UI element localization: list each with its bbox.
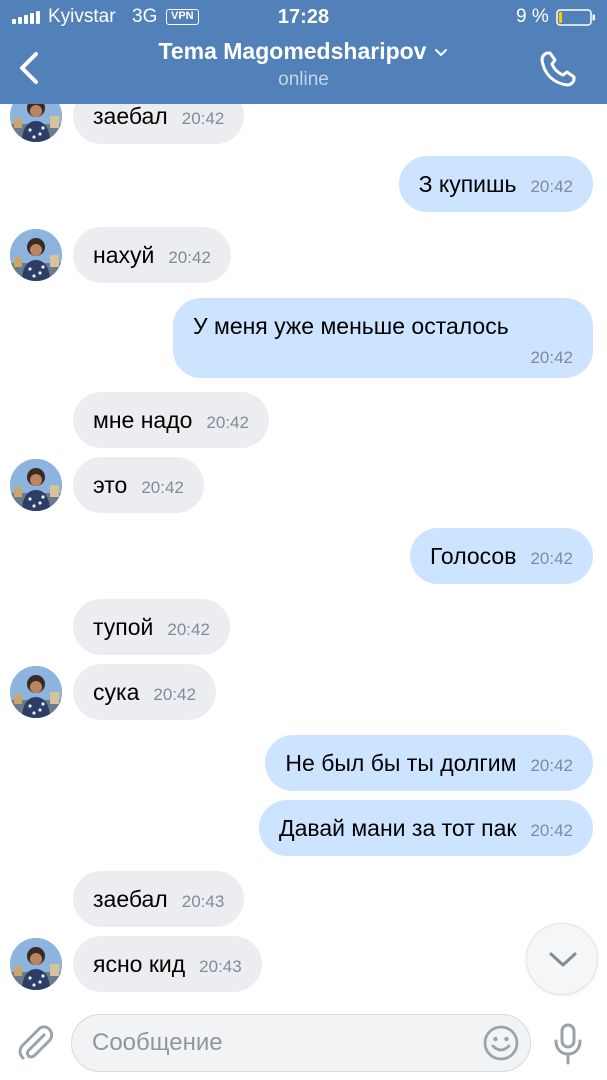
message-list[interactable]: заебал 20:42 З купишь 20:42 нахуй 20:42 У меня… — [0, 104, 607, 1010]
message-row: заебал 20:43 — [0, 871, 607, 927]
avatar[interactable] — [10, 104, 62, 142]
message-row: сука 20:42 — [0, 664, 607, 720]
battery-icon — [556, 9, 595, 26]
message-time: 20:42 — [530, 348, 573, 367]
message-text: заебал — [93, 886, 168, 912]
message-text: тупой — [93, 614, 154, 640]
message-text: нахуй — [93, 242, 155, 268]
paperclip-icon[interactable] — [14, 1022, 56, 1064]
message-text: Голосов — [430, 543, 517, 569]
message-row: Не был бы ты долгим 20:42 — [0, 735, 607, 791]
message-time: 20:42 — [153, 685, 196, 704]
message-row: З купишь 20:42 — [0, 156, 607, 212]
chevron-down-icon — [549, 952, 577, 967]
outgoing-message-bubble[interactable]: У меня уже меньше осталось 20:42 — [173, 298, 593, 378]
chevron-down-icon — [435, 48, 448, 56]
message-row: Голосов 20:42 — [0, 528, 607, 584]
battery-percent: 9 % — [516, 6, 549, 27]
message-row: заебал 20:42 — [0, 104, 607, 144]
message-text: это — [93, 472, 128, 498]
avatar[interactable] — [10, 459, 62, 511]
incoming-message-bubble[interactable]: это 20:42 — [73, 457, 204, 513]
message-time: 20:42 — [167, 620, 210, 639]
microphone-icon[interactable] — [552, 1022, 584, 1066]
contact-status: online — [278, 69, 329, 90]
message-row: это 20:42 — [0, 457, 607, 513]
smile-icon[interactable] — [482, 1024, 520, 1062]
message-input[interactable] — [71, 1014, 531, 1072]
incoming-message-bubble[interactable]: сука 20:42 — [73, 664, 216, 720]
message-text: З купишь — [418, 171, 517, 197]
message-time: 20:43 — [181, 892, 225, 911]
outgoing-message-bubble[interactable]: Давай мани за тот пак 20:42 — [259, 800, 593, 856]
message-text: ясно кид — [93, 951, 186, 977]
message-time: 20:42 — [530, 821, 573, 840]
message-row: нахуй 20:42 — [0, 227, 607, 283]
message-row: У меня уже меньше осталось 20:42 — [0, 298, 607, 378]
incoming-message-bubble[interactable]: ясно кид 20:43 — [73, 936, 262, 992]
message-row: тупой 20:42 — [0, 599, 607, 655]
incoming-message-bubble[interactable]: заебал 20:43 — [73, 871, 245, 927]
contact-name: Tema Magomedsharipov — [158, 38, 427, 64]
message-time: 20:42 — [168, 248, 211, 267]
phone-icon[interactable] — [536, 47, 580, 91]
message-time: 20:42 — [530, 177, 573, 196]
message-time: 20:42 — [181, 109, 225, 128]
message-time: 20:42 — [530, 549, 573, 568]
message-time: 20:42 — [206, 413, 249, 432]
incoming-message-bubble[interactable]: мне надо 20:42 — [73, 392, 269, 448]
message-row: мне надо 20:42 — [0, 392, 607, 448]
message-text: Не был бы ты долгим — [285, 750, 517, 776]
contact-name-button[interactable]: Tema Magomedsharipov — [0, 38, 607, 65]
message-time: 20:42 — [141, 478, 184, 497]
scroll-down-button[interactable] — [526, 923, 598, 995]
avatar[interactable] — [10, 229, 62, 281]
outgoing-message-bubble[interactable]: Не был бы ты долгим 20:42 — [265, 735, 593, 791]
message-text: У меня уже меньше осталось — [193, 313, 509, 339]
message-text: мне надо — [93, 407, 193, 433]
outgoing-message-bubble[interactable]: Голосов 20:42 — [410, 528, 593, 584]
message-text: сука — [93, 679, 140, 705]
status-bar: Kyivstar 3G VPN 17:28 9 % — [0, 0, 607, 34]
avatar[interactable] — [10, 938, 62, 990]
incoming-message-bubble[interactable]: нахуй 20:42 — [73, 227, 231, 283]
message-text: Давай мани за тот пак — [279, 815, 517, 841]
chat-header: Kyivstar 3G VPN 17:28 9 % Tema Magomedsh… — [0, 0, 607, 104]
outgoing-message-bubble[interactable]: З купишь 20:42 — [398, 156, 593, 212]
message-row: Давай мани за тот пак 20:42 — [0, 800, 607, 856]
message-time: 20:42 — [530, 756, 573, 775]
incoming-message-bubble[interactable]: заебал 20:42 — [73, 104, 245, 144]
incoming-message-bubble[interactable]: тупой 20:42 — [73, 599, 230, 655]
avatar[interactable] — [10, 666, 62, 718]
message-composer — [0, 1004, 607, 1080]
message-row: ясно кид 20:43 — [0, 936, 607, 992]
message-text: заебал — [93, 104, 168, 129]
message-time: 20:43 — [199, 957, 242, 976]
